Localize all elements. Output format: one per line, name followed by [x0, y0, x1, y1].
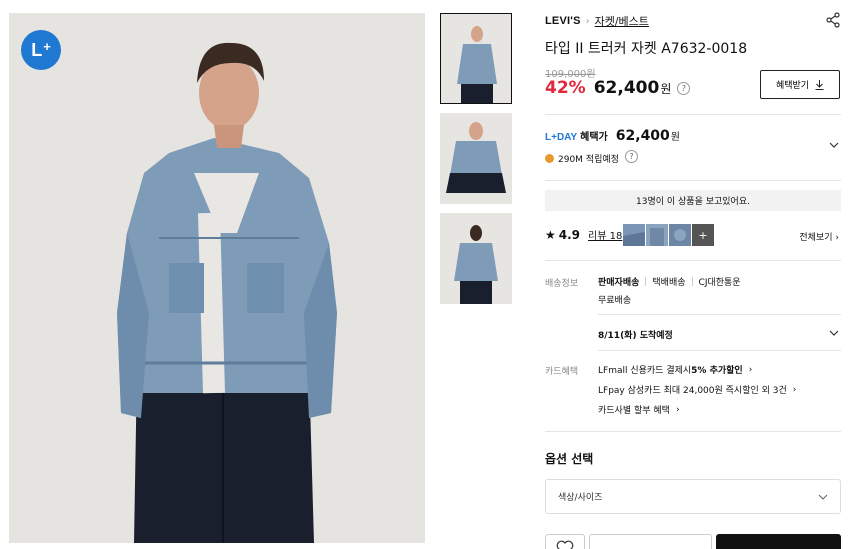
price-row: 42% 62,400 원 ? [545, 78, 691, 98]
review-photos: + [623, 224, 714, 246]
separator [691, 277, 693, 286]
review-count-link[interactable]: 리뷰 18 [588, 227, 622, 242]
card-benefit-3-text: 카드사별 할부 혜택 [598, 406, 670, 416]
shipping-type: 택배배송 [652, 278, 686, 288]
sale-price: 62,400 [593, 78, 660, 98]
more-photos-label: + [698, 228, 708, 242]
lday-tag: L+DAY [545, 132, 578, 143]
option-select[interactable]: 색상/사이즈 [545, 479, 841, 514]
divider [545, 114, 841, 115]
shipping-label: 배송정보 [545, 279, 579, 289]
points-row: 290M 적립예정 ? [545, 150, 638, 165]
get-benefit-label: 혜택받기 [775, 81, 810, 91]
badge-plus: + [43, 38, 51, 54]
product-title: 타입 II 트러커 자켓 A7632-0018 [545, 41, 748, 57]
review-photo[interactable] [646, 224, 668, 246]
review-photo[interactable] [623, 224, 645, 246]
divider [598, 350, 841, 351]
arrival-date: 8/11(화) 도착예정 [598, 331, 673, 341]
get-benefit-button[interactable]: 혜택받기 [760, 70, 840, 99]
rating-row: ★ 4.9 리뷰 18 [545, 227, 622, 243]
option-select-placeholder: 색상/사이즈 [558, 493, 603, 503]
points-info-icon[interactable]: ? [624, 150, 638, 163]
chevron-right-icon: › [675, 404, 680, 415]
share-icon[interactable] [825, 12, 841, 28]
review-photo[interactable] [669, 224, 691, 246]
card-benefit-3[interactable]: 카드사별 할부 혜택 › [598, 403, 680, 417]
download-icon [815, 79, 824, 90]
lday-currency: 원 [670, 132, 680, 143]
chevron-down-icon[interactable] [829, 328, 839, 338]
price-info-icon[interactable]: ? [677, 82, 691, 95]
shipping-options: 판매자배송 택배배송 CJ대한통운 [598, 275, 741, 288]
buy-now-button[interactable] [716, 534, 841, 549]
thumbnail-1[interactable] [440, 13, 512, 104]
category-link[interactable]: 자켓/베스트 [595, 13, 649, 29]
lplus-badge: L + [21, 30, 61, 70]
chevron-right-icon: › [792, 384, 797, 395]
separator [645, 277, 647, 286]
discount-rate: 42% [545, 78, 586, 98]
divider [545, 431, 841, 432]
heart-icon [556, 540, 574, 549]
breadcrumb-separator: › [585, 15, 590, 27]
viewers-banner: 13명이 이 상품을 보고있어요. [545, 190, 841, 211]
main-product-image[interactable]: L + [9, 13, 425, 543]
model-photo [9, 13, 425, 543]
shipping-seller: 판매자배송 [598, 278, 640, 288]
thumbnail-2[interactable] [440, 113, 512, 204]
lday-label: 혜택가 [580, 132, 608, 143]
thumbnail-3[interactable] [440, 213, 512, 304]
card-benefit-2[interactable]: LFpay 삼성카드 최대 24,000원 즉시할인 외 3건 › [598, 383, 797, 397]
points-text: 290M 적립예정 [558, 155, 619, 165]
card-benefit-1[interactable]: LFmall 신용카드 결제시 5% 추가할인 › [598, 363, 753, 377]
view-all-reviews-link[interactable]: 전체보기 › [799, 230, 839, 243]
badge-letter: L [31, 39, 43, 60]
lday-amount: 62,400 [615, 128, 670, 144]
divider [545, 260, 841, 261]
star-icon: ★ [545, 227, 556, 242]
view-all-label: 전체보기 [799, 233, 833, 243]
coin-icon [545, 154, 554, 163]
brand-link[interactable]: LEVI'S [545, 15, 581, 27]
card-benefit-2-text: LFpay 삼성카드 최대 24,000원 즉시할인 외 3건 [598, 386, 787, 396]
breadcrumb: LEVI'S › 자켓/베스트 [545, 13, 649, 29]
card-benefit-1-highlight: 5% 추가할인 [691, 366, 743, 376]
card-benefit-label: 카드혜택 [545, 367, 579, 377]
thumbnail-photo [440, 213, 512, 304]
wishlist-button[interactable] [545, 534, 585, 549]
chevron-down-icon [818, 494, 828, 500]
thumbnail-photo [440, 113, 512, 204]
chevron-right-icon: › [748, 364, 753, 375]
thumbnail-photo [441, 14, 511, 103]
card-benefit-1-text: LFmall 신용카드 결제시 [598, 366, 692, 376]
rating-score: 4.9 [558, 227, 581, 242]
review-photo-more[interactable]: + [692, 224, 714, 246]
lday-price: L+DAY 혜택가 62,400 원 [545, 128, 680, 144]
divider [598, 314, 841, 315]
product-info-panel: LEVI'S › 자켓/베스트 타입 II 트러커 자켓 A7632-0018 … [545, 0, 841, 549]
shipping-carrier: CJ대한통운 [698, 278, 741, 288]
option-section-title: 옵션 선택 [545, 452, 594, 466]
cart-button[interactable] [589, 534, 712, 549]
divider [545, 180, 841, 181]
currency-label: 원 [660, 82, 672, 96]
shipping-fee: 무료배송 [598, 296, 632, 306]
chevron-down-icon[interactable] [829, 140, 839, 150]
